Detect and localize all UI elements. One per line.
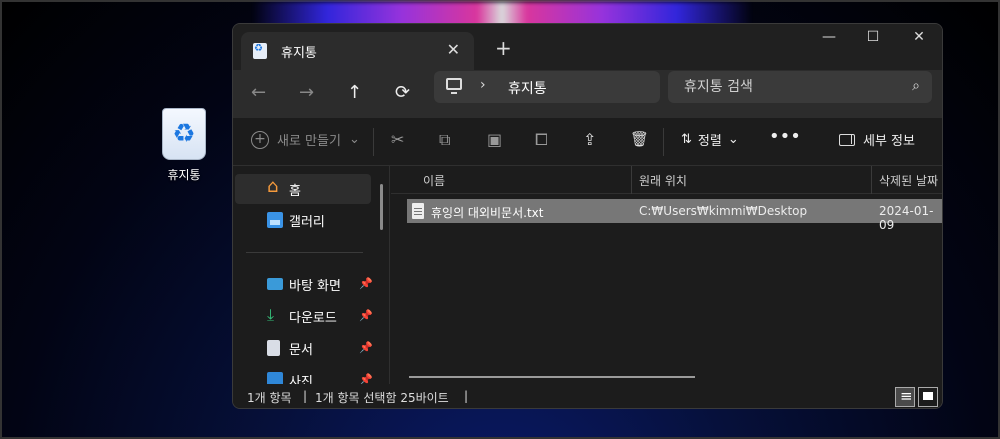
details-pane-icon — [839, 133, 855, 146]
plus-icon: + — [251, 130, 269, 149]
sidebar-item-downloads[interactable]: 다운로드 📌 — [235, 301, 373, 331]
sidebar-item-label: 바탕 화면 — [289, 278, 341, 294]
share-icon[interactable]: ⇪ — [583, 130, 596, 149]
text-file-icon — [412, 203, 424, 219]
sidebar-item-documents[interactable]: 문서 📌 — [235, 333, 373, 363]
sidebar-item-desktop[interactable]: 바탕 화면 📌 — [235, 269, 373, 299]
file-date-deleted: 2024-01-09 — [879, 204, 934, 232]
new-tab-button[interactable]: + — [495, 36, 512, 60]
back-button[interactable]: ← — [251, 82, 266, 103]
search-box[interactable]: ⌕ — [668, 71, 932, 103]
forward-button[interactable]: → — [299, 82, 314, 103]
breadcrumb-recycle-bin[interactable]: 휴지통 — [508, 78, 547, 98]
column-header-name[interactable]: 이름 — [423, 172, 445, 189]
search-icon[interactable]: ⌕ — [912, 78, 920, 94]
address-bar[interactable]: › 휴지통 — [434, 71, 660, 103]
sidebar-scrollbar[interactable] — [380, 184, 383, 230]
status-separator: | — [303, 389, 308, 403]
delete-icon[interactable]: 🗑 — [630, 130, 649, 148]
file-name: 휴잉의 대외비문서.txt — [431, 206, 544, 220]
sidebar-item-label: 홈 — [289, 183, 301, 199]
horizontal-scrollbar[interactable] — [409, 376, 695, 378]
details-view-button[interactable] — [895, 387, 915, 407]
pin-icon[interactable]: 📌 — [359, 277, 373, 290]
column-divider[interactable] — [871, 166, 872, 194]
toolbar-divider — [663, 128, 664, 156]
sidebar-item-gallery[interactable]: 갤러리 — [235, 205, 371, 235]
sidebar-divider — [246, 252, 363, 253]
breadcrumb-chevron-icon[interactable]: › — [480, 77, 486, 93]
rename-icon[interactable]: ⧠ — [535, 130, 548, 150]
column-header-row: 이름 원래 위치 삭제된 날짜 — [391, 166, 942, 194]
document-folder-icon — [267, 340, 280, 356]
table-row[interactable]: 휴잉의 대외비문서.txt C:₩Users₩kimmi₩Desktop 202… — [407, 199, 942, 232]
chevron-down-icon: ⌄ — [348, 132, 360, 147]
close-tab-icon[interactable]: ✕ — [447, 40, 460, 59]
more-options-button[interactable]: ••• — [769, 126, 801, 147]
sidebar-item-label: 문서 — [289, 342, 313, 358]
file-explorer-window: 휴지통 ✕ + — ☐ ✕ ← → ↑ ⟳ › 휴지통 ⌕ + 새로 만들기 — [232, 23, 943, 409]
tiles-view-button[interactable] — [918, 387, 938, 407]
sort-button[interactable]: ⇅ 정렬 ⌄ — [681, 130, 739, 149]
details-label: 세부 정보 — [863, 134, 915, 149]
sort-label: 정렬 — [697, 134, 722, 149]
cut-icon[interactable]: ✂ — [391, 130, 404, 149]
recycle-bin-icon — [253, 43, 267, 59]
close-window-button[interactable]: ✕ — [899, 29, 939, 45]
desktop-recycle-bin[interactable]: 휴지통 — [152, 108, 216, 183]
tab-recycle-bin[interactable]: 휴지통 ✕ — [241, 32, 474, 70]
navigation-pane: 홈 갤러리 바탕 화면 📌 다운로드 📌 문서 📌 — [233, 166, 390, 390]
column-divider[interactable] — [631, 166, 632, 194]
toolbar-divider — [373, 128, 374, 156]
details-pane-button[interactable]: 세부 정보 — [839, 130, 915, 149]
this-pc-icon — [446, 78, 462, 94]
paste-icon[interactable]: ▣ — [487, 130, 502, 149]
minimize-button[interactable]: — — [809, 29, 849, 45]
copy-icon[interactable]: ⧉ — [439, 130, 450, 150]
recycle-bin-icon — [162, 108, 206, 160]
sort-icon: ⇅ — [681, 132, 692, 147]
up-button[interactable]: ↑ — [347, 82, 362, 103]
title-bar: 휴지통 ✕ + — ☐ ✕ — [233, 24, 942, 70]
download-icon — [267, 305, 283, 325]
pin-icon[interactable]: 📌 — [359, 341, 373, 354]
sidebar-item-label: 갤러리 — [289, 214, 325, 230]
column-header-original-location[interactable]: 원래 위치 — [639, 172, 687, 189]
file-original-location: C:₩Users₩kimmi₩Desktop — [639, 204, 808, 218]
maximize-button[interactable]: ☐ — [853, 29, 893, 45]
status-bar: 1개 항목 | 1개 항목 선택함 25바이트 | — [233, 384, 942, 408]
refresh-button[interactable]: ⟳ — [395, 82, 410, 103]
file-list: 이름 원래 위치 삭제된 날짜 휴잉의 대외비문서.txt C:₩Users₩k… — [391, 166, 942, 384]
chevron-down-icon: ⌄ — [727, 132, 739, 147]
desktop-folder-icon — [267, 278, 283, 290]
new-label: 새로 만들기 — [277, 134, 341, 149]
search-input[interactable] — [668, 71, 898, 103]
sidebar-item-home[interactable]: 홈 — [235, 174, 371, 204]
new-button[interactable]: + 새로 만들기 ⌄ — [251, 130, 360, 149]
home-icon — [267, 176, 283, 197]
desktop-recycle-bin-label: 휴지통 — [167, 168, 201, 182]
sidebar-item-label: 다운로드 — [289, 310, 337, 326]
column-header-date-deleted[interactable]: 삭제된 날짜 — [879, 172, 938, 189]
status-separator: | — [464, 389, 469, 403]
gallery-icon — [267, 212, 283, 228]
command-bar: + 새로 만들기 ⌄ ✂ ⧉ ▣ ⧠ ⇪ 🗑 ⇅ 정렬 ⌄ ••• 세부 정보 — [233, 118, 942, 166]
status-selection: 1개 항목 선택함 25바이트 — [315, 391, 449, 405]
pin-icon[interactable]: 📌 — [359, 309, 373, 322]
status-item-count: 1개 항목 — [247, 391, 292, 405]
desktop: 휴지통 휴지통 ✕ + — ☐ ✕ ← → ↑ ⟳ › 휴지통 ⌕ — [0, 0, 1000, 439]
tab-label: 휴지통 — [281, 45, 317, 61]
